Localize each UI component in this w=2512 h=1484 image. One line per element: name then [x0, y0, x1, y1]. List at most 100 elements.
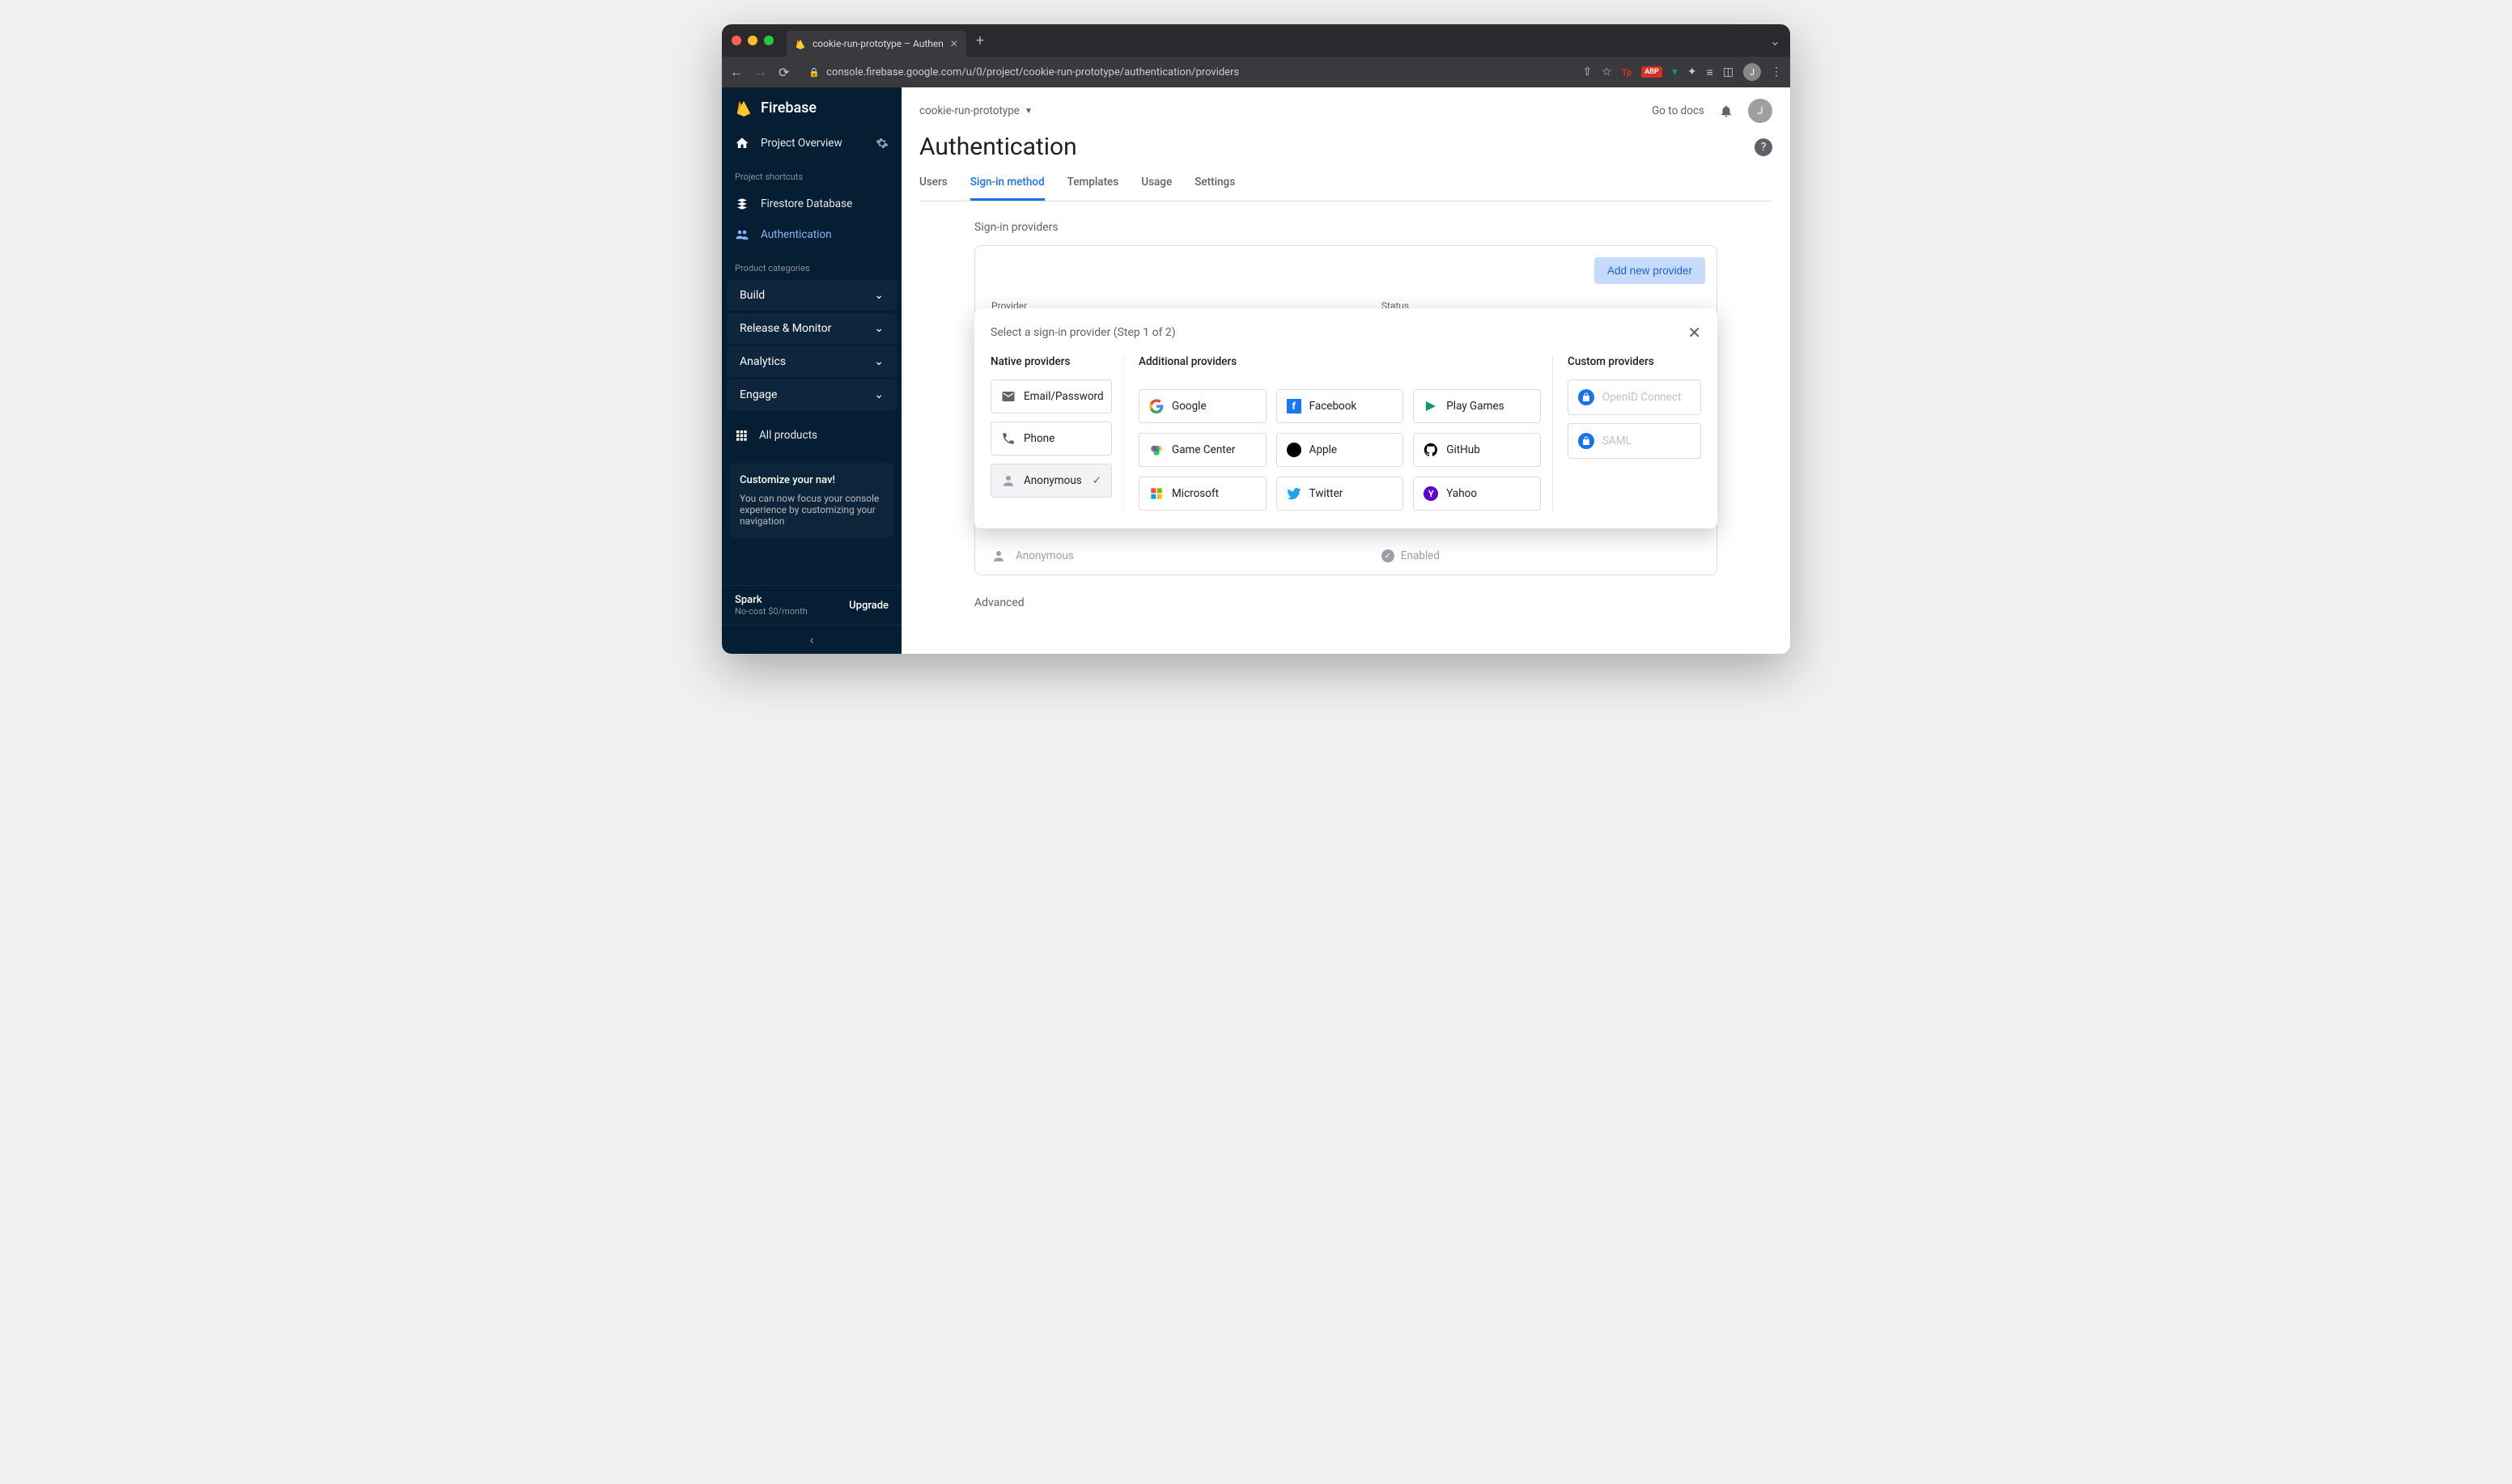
provider-microsoft[interactable]: Microsoft	[1139, 477, 1267, 511]
additional-providers-label: Additional providers	[1139, 355, 1541, 368]
tab-usage[interactable]: Usage	[1141, 176, 1172, 201]
new-tab-button[interactable]: +	[976, 32, 984, 49]
provider-game-center[interactable]: Game Center	[1139, 433, 1267, 467]
help-icon[interactable]: ?	[1755, 138, 1772, 156]
provider-play-games[interactable]: Play Games	[1413, 389, 1541, 423]
panel-icon[interactable]: ◫	[1723, 66, 1733, 78]
email-icon	[1001, 389, 1016, 404]
main-content: cookie-run-prototype ▼ Go to docs J Auth…	[902, 87, 1790, 654]
lock-icon: 🔒	[808, 67, 820, 78]
sidebar-category-analytics[interactable]: Analytics ⌄	[727, 346, 897, 377]
tab-signin-method[interactable]: Sign-in method	[970, 176, 1045, 201]
firestore-icon	[735, 197, 749, 211]
kebab-menu-icon[interactable]: ⋮	[1771, 66, 1782, 78]
upgrade-button[interactable]: Upgrade	[849, 600, 889, 612]
home-icon	[735, 136, 749, 151]
project-selector[interactable]: cookie-run-prototype ▼	[919, 104, 1033, 117]
notifications-icon[interactable]	[1719, 104, 1733, 118]
provider-facebook[interactable]: f Facebook	[1276, 389, 1404, 423]
playlist-icon[interactable]: ≡	[1707, 66, 1713, 79]
gear-icon[interactable]	[876, 137, 889, 150]
modal-title: Select a sign-in provider (Step 1 of 2)	[991, 326, 1176, 339]
provider-twitter[interactable]: Twitter	[1276, 477, 1404, 511]
provider-apple[interactable]: Apple	[1276, 433, 1404, 467]
yahoo-icon: Y	[1424, 486, 1438, 501]
star-icon[interactable]: ☆	[1602, 66, 1612, 78]
sidebar: Firebase Project Overview Project shortc…	[722, 87, 902, 654]
window-close[interactable]	[732, 36, 741, 45]
go-to-docs-link[interactable]: Go to docs	[1652, 104, 1704, 117]
microsoft-icon	[1149, 486, 1164, 501]
play-games-icon	[1424, 399, 1438, 413]
custom-providers-label: Custom providers	[1568, 355, 1701, 368]
address-bar[interactable]: 🔒 console.firebase.google.com/u/0/projec…	[800, 66, 1571, 78]
auth-icon	[735, 227, 749, 242]
chevron-down-icon: ⌄	[874, 388, 884, 401]
share-icon[interactable]: ⇧	[1582, 66, 1592, 78]
dropdown-triangle-icon: ▼	[1025, 107, 1033, 116]
lock-icon	[1578, 433, 1594, 449]
user-avatar[interactable]: J	[1748, 99, 1772, 123]
plan-footer: Spark No-cost $0/month Upgrade	[722, 585, 902, 625]
provider-phone[interactable]: Phone	[991, 422, 1112, 456]
page-title: Authentication	[919, 133, 1077, 161]
provider-google[interactable]: Google	[1139, 389, 1267, 423]
check-icon: ✓	[1093, 474, 1101, 487]
tab-title: cookie-run-prototype – Authen	[813, 38, 944, 49]
provider-github[interactable]: GitHub	[1413, 433, 1541, 467]
provider-row-anonymous[interactable]: Anonymous ✓ Enabled	[975, 537, 1716, 575]
modal-close-button[interactable]: ✕	[1687, 323, 1701, 342]
tab-templates[interactable]: Templates	[1067, 176, 1119, 201]
signin-providers-label: Sign-in providers	[974, 221, 1717, 234]
sidebar-category-engage[interactable]: Engage ⌄	[727, 379, 897, 410]
sidebar-item-firestore[interactable]: Firestore Database	[722, 189, 902, 219]
add-new-provider-button[interactable]: Add new provider	[1594, 257, 1705, 284]
provider-anonymous[interactable]: Anonymous ✓	[991, 464, 1112, 498]
extension-pin-icon[interactable]: ▾	[1672, 66, 1678, 78]
lock-icon	[1578, 389, 1594, 405]
firebase-favicon	[795, 38, 806, 49]
back-button[interactable]: ←	[730, 64, 743, 80]
browser-titlebar: cookie-run-prototype – Authen ✕ + ⌄	[722, 24, 1790, 57]
window-minimize[interactable]	[748, 36, 757, 45]
provider-openid-connect[interactable]: OpenID Connect	[1568, 379, 1701, 415]
apple-icon	[1287, 443, 1301, 457]
chevron-down-icon[interactable]: ⌄	[1770, 33, 1780, 49]
project-overview-link[interactable]: Project Overview	[722, 128, 902, 159]
github-icon	[1424, 443, 1438, 457]
extension-abp-icon[interactable]: ABP	[1641, 66, 1662, 78]
select-provider-modal: Select a sign-in provider (Step 1 of 2) …	[974, 308, 1717, 528]
chevron-down-icon: ⌄	[874, 289, 884, 302]
tab-settings[interactable]: Settings	[1194, 176, 1235, 201]
collapse-sidebar-button[interactable]: ‹	[722, 625, 902, 654]
provider-email-password[interactable]: Email/Password	[991, 379, 1112, 413]
auth-tabs: Users Sign-in method Templates Usage Set…	[919, 176, 1772, 201]
native-providers-label: Native providers	[991, 355, 1112, 368]
person-icon	[1001, 473, 1016, 488]
game-center-icon	[1149, 443, 1164, 457]
extension-tp-icon[interactable]: Tp	[1622, 67, 1632, 78]
grid-icon	[735, 429, 748, 442]
advanced-section-label: Advanced	[974, 596, 1717, 609]
sidebar-category-build[interactable]: Build ⌄	[727, 280, 897, 311]
check-icon: ✓	[1381, 549, 1394, 562]
phone-icon	[1001, 431, 1016, 446]
forward-button[interactable]: →	[754, 64, 767, 80]
twitter-icon	[1287, 486, 1301, 501]
reload-button[interactable]: ⟳	[779, 65, 789, 80]
sidebar-item-authentication[interactable]: Authentication	[722, 219, 902, 250]
extensions-icon[interactable]: ✦	[1687, 66, 1697, 78]
window-maximize[interactable]	[764, 36, 774, 45]
person-icon	[991, 549, 1006, 563]
sidebar-all-products[interactable]: All products	[722, 421, 902, 450]
firebase-logo[interactable]: Firebase	[722, 87, 902, 128]
sidebar-category-release[interactable]: Release & Monitor ⌄	[727, 313, 897, 344]
chevron-down-icon: ⌄	[874, 355, 884, 368]
facebook-icon: f	[1287, 399, 1301, 413]
browser-tab[interactable]: cookie-run-prototype – Authen ✕	[787, 31, 966, 57]
provider-saml[interactable]: SAML	[1568, 423, 1701, 459]
provider-yahoo[interactable]: Y Yahoo	[1413, 477, 1541, 511]
tab-close-icon[interactable]: ✕	[950, 38, 958, 49]
tab-users[interactable]: Users	[919, 176, 948, 201]
browser-profile-avatar[interactable]: J	[1743, 63, 1761, 81]
